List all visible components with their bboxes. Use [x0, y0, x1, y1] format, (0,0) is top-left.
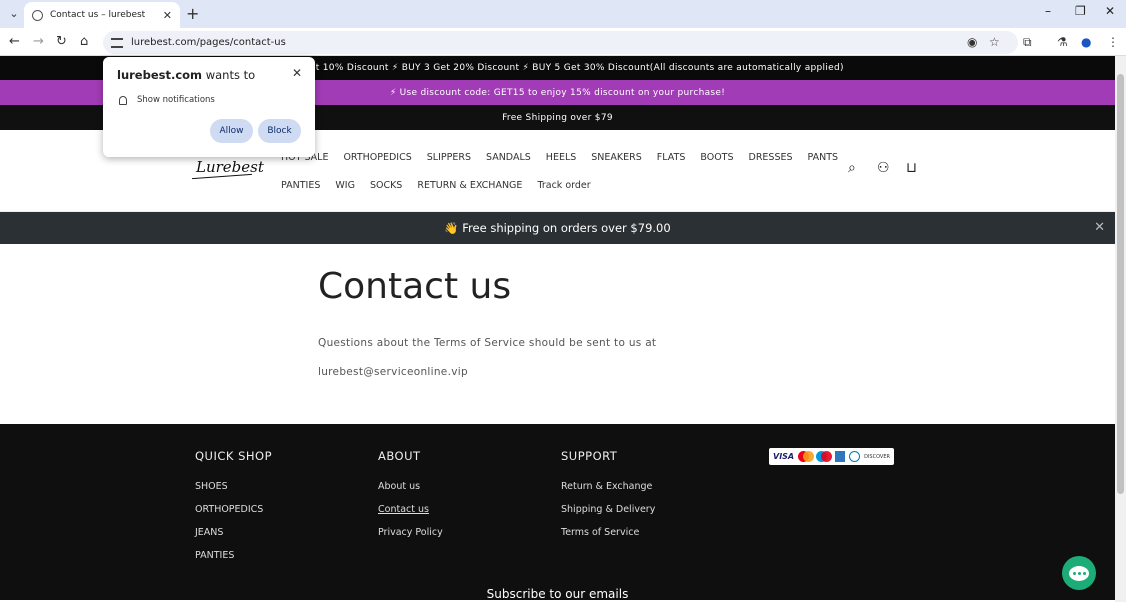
site-logo[interactable]: Lurebest	[192, 158, 264, 180]
shipping-banner-text: 👋 Free shipping on orders over $79.00	[444, 221, 671, 235]
main-nav-row-2: PANTIES WIG SOCKS RETURN & EXCHANGE Trac…	[281, 180, 591, 191]
footer-support: SUPPORT Return & Exchange Shipping & Del…	[561, 449, 655, 550]
logo-text: Lurebest	[196, 158, 264, 176]
footer-link-shipping-delivery[interactable]: Shipping & Delivery	[561, 504, 655, 515]
diners-club-icon	[849, 451, 861, 462]
chat-bubble-icon	[1069, 565, 1089, 581]
forward-arrow-icon[interactable]: →	[33, 34, 44, 49]
footer-heading-quick-shop: QUICK SHOP	[195, 449, 273, 463]
mastercard-icon	[798, 451, 815, 462]
footer-link-jeans[interactable]: JEANS	[195, 527, 272, 538]
contact-text: Questions about the Terms of Service sho…	[318, 337, 657, 349]
popup-permission-label: Show notifications	[137, 95, 215, 105]
menu-kebab-icon[interactable]: ⋮	[1107, 35, 1119, 49]
footer-link-panties[interactable]: PANTIES	[195, 550, 272, 561]
nav-flats[interactable]: FLATS	[657, 152, 686, 163]
site-info-icon[interactable]	[111, 37, 123, 48]
nav-sneakers[interactable]: SNEAKERS	[591, 152, 642, 163]
nav-orthopedics[interactable]: ORTHOPEDICS	[343, 152, 411, 163]
nav-heels[interactable]: HEELS	[546, 152, 576, 163]
block-button[interactable]: Block	[258, 119, 301, 143]
popup-permission-row: Show notifications	[119, 95, 215, 105]
nav-slippers[interactable]: SLIPPERS	[427, 152, 471, 163]
popup-site: lurebest.com	[117, 68, 203, 82]
nav-dresses[interactable]: DRESSES	[749, 152, 793, 163]
account-icon[interactable]: ⚇	[877, 160, 890, 176]
browser-tab-bar: ⌄ Contact us – lurebest ✕ + – ❐ ✕	[0, 0, 1126, 28]
minimize-button[interactable]: –	[1045, 4, 1051, 18]
footer-heading-support: SUPPORT	[561, 449, 618, 463]
bell-icon	[119, 95, 127, 105]
window-close-button[interactable]: ✕	[1105, 4, 1115, 18]
new-tab-button[interactable]: +	[186, 4, 199, 23]
eye-blocked-icon[interactable]: ◉	[967, 35, 977, 49]
favicon-globe-icon	[32, 9, 43, 21]
subscribe-heading: Subscribe to our emails	[486, 587, 629, 601]
page-title: Contact us	[318, 266, 512, 307]
banner-close-icon[interactable]: ✕	[1094, 220, 1105, 235]
page-scrollbar[interactable]	[1115, 56, 1126, 602]
tab-close-icon[interactable]: ✕	[163, 9, 172, 22]
cart-icon[interactable]: ⊔	[906, 160, 917, 176]
main-nav-row-1: HOT SALE ORTHOPEDICS SLIPPERS SANDALS HE…	[281, 152, 838, 163]
notification-permission-popup: lurebest.com wants to ✕ Show notificatio…	[103, 57, 315, 157]
popup-wants: wants to	[202, 68, 256, 82]
profile-avatar-icon[interactable]: ●	[1081, 35, 1091, 49]
footer-about: ABOUT About us Contact us Privacy Policy	[378, 449, 443, 550]
shipping-banner: 👋 Free shipping on orders over $79.00 ✕	[0, 212, 1115, 244]
popup-title: lurebest.com wants to	[117, 68, 255, 82]
address-bar[interactable]: lurebest.com/pages/contact-us	[103, 31, 1018, 54]
footer-link-about-us[interactable]: About us	[378, 481, 443, 492]
extensions-icon[interactable]: ⧉	[1023, 35, 1032, 50]
nav-panties[interactable]: PANTIES	[281, 180, 320, 191]
footer-link-orthopedics[interactable]: ORTHOPEDICS	[195, 504, 272, 515]
footer-quick-shop: QUICK SHOP SHOES ORTHOPEDICS JEANS PANTI…	[195, 449, 272, 573]
popup-close-icon[interactable]: ✕	[292, 66, 302, 80]
maestro-icon	[816, 451, 833, 462]
nav-wig[interactable]: WIG	[335, 180, 355, 191]
nav-boots[interactable]: BOOTS	[700, 152, 733, 163]
scrollbar-thumb[interactable]	[1117, 74, 1124, 494]
payment-methods: VISA DISCOVER	[769, 448, 894, 465]
amex-icon	[834, 451, 846, 462]
search-icon[interactable]: ⌕	[848, 160, 856, 176]
allow-button[interactable]: Allow	[210, 119, 253, 143]
footer-heading-about: ABOUT	[378, 449, 421, 463]
footer-link-contact-us[interactable]: Contact us	[378, 504, 443, 515]
footer-link-terms-of-service[interactable]: Terms of Service	[561, 527, 655, 538]
back-arrow-icon[interactable]: ←	[9, 34, 20, 49]
bookmark-star-icon[interactable]: ☆	[989, 35, 1000, 49]
nav-socks[interactable]: SOCKS	[370, 180, 402, 191]
footer-link-shoes[interactable]: SHOES	[195, 481, 272, 492]
tab-search-icon[interactable]: ⌄	[6, 6, 22, 22]
main-content: Contact us Questions about the Terms of …	[0, 244, 1115, 424]
home-icon[interactable]: ⌂	[80, 34, 88, 49]
footer-link-privacy-policy[interactable]: Privacy Policy	[378, 527, 443, 538]
nav-track-order[interactable]: Track order	[537, 180, 590, 191]
nav-pants[interactable]: PANTS	[808, 152, 839, 163]
labs-flask-icon[interactable]: ⚗	[1057, 35, 1068, 49]
nav-sandals[interactable]: SANDALS	[486, 152, 531, 163]
nav-return-exchange[interactable]: RETURN & EXCHANGE	[417, 180, 522, 191]
browser-tab[interactable]: Contact us – lurebest ✕	[24, 2, 180, 28]
discover-icon: DISCOVER	[864, 453, 890, 460]
url-text: lurebest.com/pages/contact-us	[131, 37, 286, 48]
site-footer: QUICK SHOP SHOES ORTHOPEDICS JEANS PANTI…	[0, 424, 1115, 601]
maximize-button[interactable]: ❐	[1075, 4, 1086, 18]
tab-title: Contact us – lurebest	[50, 10, 146, 20]
chat-button[interactable]	[1062, 556, 1096, 590]
reload-icon[interactable]: ↻	[56, 34, 67, 49]
visa-icon: VISA	[773, 452, 795, 461]
browser-toolbar: ← → ↻ ⌂ lurebest.com/pages/contact-us ◉ …	[0, 28, 1126, 56]
footer-link-return-exchange[interactable]: Return & Exchange	[561, 481, 655, 492]
contact-email: lurebest@serviceonline.vip	[318, 366, 468, 378]
